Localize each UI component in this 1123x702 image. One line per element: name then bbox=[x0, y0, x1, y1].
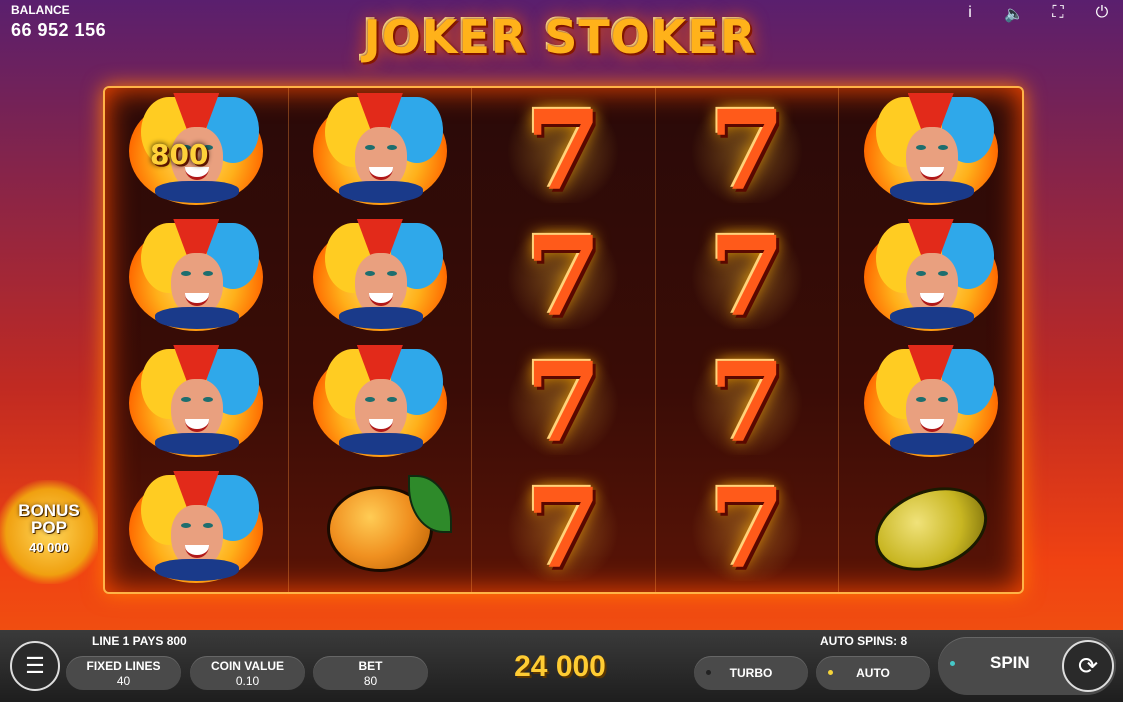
reel-cell bbox=[289, 88, 472, 214]
seven-symbol: 7 bbox=[503, 474, 624, 584]
auto-label: AUTO bbox=[856, 666, 890, 680]
spin-arrows-icon: ⟳ bbox=[1077, 652, 1099, 680]
fullscreen-icon[interactable]: ⛶ bbox=[1047, 4, 1069, 24]
reel-5 bbox=[839, 88, 1022, 592]
reel-cell: 7 bbox=[472, 340, 655, 466]
bet-control[interactable]: BET 80 bbox=[313, 656, 428, 690]
seven-symbol: 7 bbox=[687, 222, 808, 332]
reel-cell: 7 bbox=[656, 88, 839, 214]
reel-2 bbox=[289, 88, 473, 592]
bet-label: BET bbox=[358, 659, 383, 673]
spin-indicator bbox=[950, 661, 955, 666]
reel-cell bbox=[839, 340, 1022, 466]
reel-cell bbox=[839, 214, 1022, 340]
joker-symbol bbox=[856, 219, 1006, 335]
turbo-button[interactable]: TURBO bbox=[694, 656, 808, 690]
joker-symbol bbox=[305, 345, 455, 461]
spin-label[interactable]: SPIN bbox=[990, 653, 1030, 673]
reel-cell: 7 bbox=[656, 466, 839, 592]
joker-symbol bbox=[856, 93, 1006, 209]
coin-value-value: 0.10 bbox=[235, 674, 260, 688]
seven-symbol: 7 bbox=[687, 348, 808, 458]
reel-cell bbox=[839, 466, 1022, 592]
seven-symbol: 7 bbox=[503, 348, 624, 458]
win-total: 24 000 bbox=[514, 650, 606, 683]
reel-cell bbox=[839, 88, 1022, 214]
coin-value-label: COIN VALUE bbox=[210, 659, 285, 673]
info-icon[interactable]: i bbox=[959, 4, 981, 24]
reel-cell: 7 bbox=[472, 88, 655, 214]
balance-value: 66 952 156 bbox=[11, 20, 107, 40]
reel-cell bbox=[105, 214, 288, 340]
reel-grid[interactable]: 77777777 bbox=[103, 86, 1024, 594]
coin-value-control[interactable]: COIN VALUE 0.10 bbox=[190, 656, 305, 690]
seven-symbol: 7 bbox=[687, 474, 808, 584]
sound-icon[interactable]: 🔈 bbox=[1003, 4, 1025, 24]
joker-symbol bbox=[305, 93, 455, 209]
bonus-pop-amount: 40 000 bbox=[29, 540, 69, 555]
bet-value: 80 bbox=[363, 674, 378, 688]
spin-button[interactable]: ⟳ bbox=[1062, 640, 1114, 692]
reel-cell bbox=[289, 466, 472, 592]
joker-symbol bbox=[121, 219, 271, 335]
game-logo: JOKER STOKER bbox=[363, 10, 757, 64]
win-badge: 800 bbox=[150, 138, 209, 171]
reel-cell bbox=[105, 340, 288, 466]
reel-cell: 7 bbox=[656, 340, 839, 466]
line-pays-text: LINE 1 PAYS 800 bbox=[92, 634, 187, 648]
bonus-pop-title: BONUS POP bbox=[0, 502, 98, 536]
turbo-indicator bbox=[706, 670, 711, 675]
orange-symbol bbox=[326, 475, 452, 572]
fixed-lines-label: FIXED LINES bbox=[86, 659, 161, 673]
reel-cell: 7 bbox=[656, 214, 839, 340]
joker-symbol bbox=[305, 219, 455, 335]
bonus-pop-title-line2: POP bbox=[31, 518, 67, 537]
joker-symbol bbox=[121, 345, 271, 461]
lemon-symbol bbox=[862, 472, 999, 586]
reel-4: 7 7 7 7 bbox=[656, 88, 840, 592]
auto-spins-text: AUTO SPINS: 8 bbox=[820, 634, 908, 648]
balance-label: BALANCE bbox=[11, 3, 70, 17]
reel-3: 7 7 7 7 bbox=[472, 88, 656, 592]
seven-symbol: 7 bbox=[687, 96, 808, 206]
seven-symbol: 7 bbox=[503, 96, 624, 206]
bonus-pop-badge: BONUS POP 40 000 bbox=[0, 480, 98, 584]
fixed-lines-value: 40 bbox=[116, 674, 131, 688]
hamburger-icon: ☰ bbox=[25, 653, 45, 678]
reel-cell bbox=[105, 466, 288, 592]
reel-cell: 7 bbox=[472, 214, 655, 340]
reel-cell bbox=[289, 340, 472, 466]
turbo-label: TURBO bbox=[729, 666, 773, 680]
power-icon[interactable]: ⏻ bbox=[1091, 4, 1113, 24]
joker-symbol bbox=[856, 345, 1006, 461]
reel-cell bbox=[289, 214, 472, 340]
menu-button[interactable]: ☰ bbox=[10, 641, 60, 691]
seven-symbol: 7 bbox=[503, 222, 624, 332]
joker-symbol bbox=[121, 471, 271, 587]
auto-indicator bbox=[828, 670, 833, 675]
reel-cell: 7 bbox=[472, 466, 655, 592]
fixed-lines-control[interactable]: FIXED LINES 40 bbox=[66, 656, 181, 690]
top-toolbar: i 🔈 ⛶ ⏻ bbox=[959, 4, 1113, 24]
auto-button[interactable]: AUTO bbox=[816, 656, 930, 690]
